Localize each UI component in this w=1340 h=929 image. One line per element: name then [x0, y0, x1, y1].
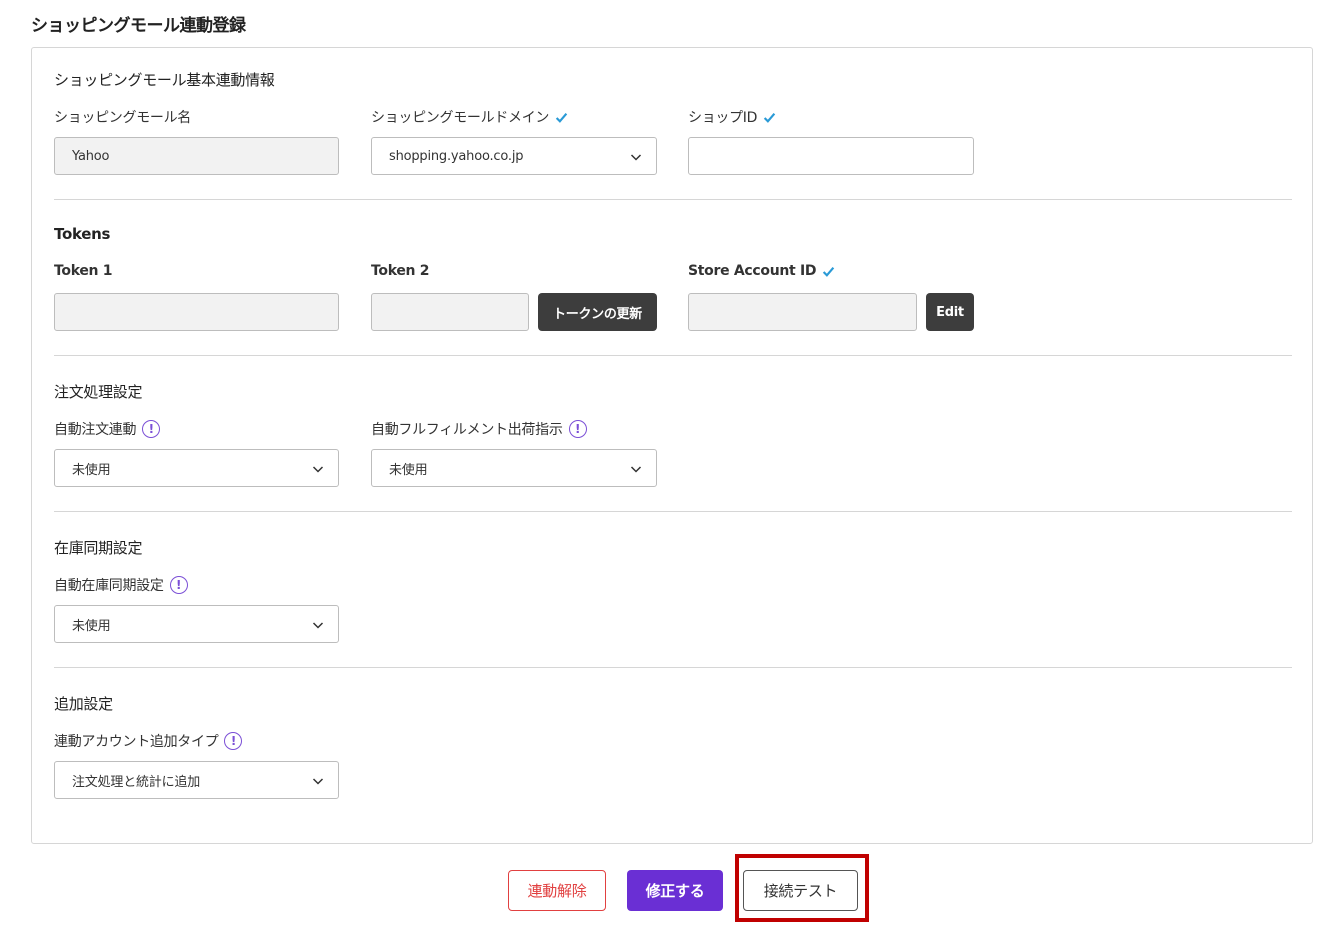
connection-test-button[interactable]: 接続テスト: [743, 870, 858, 911]
token2-label: Token 2: [371, 263, 430, 279]
additional-section-title: 追加設定: [54, 695, 113, 713]
shop-id-label-text: ショップID: [688, 110, 758, 126]
domain-label-text: ショッピングモールドメイン: [371, 110, 550, 126]
mall-name-label-text: ショッピングモール名: [54, 110, 191, 126]
check-icon: [555, 112, 568, 123]
token1-label: Token 1: [54, 263, 113, 279]
chevron-down-icon: [630, 154, 642, 161]
chevron-down-icon: [312, 466, 324, 473]
shop-id-input-box[interactable]: [706, 138, 973, 174]
shop-id-input[interactable]: [688, 137, 974, 175]
token1-label-text: Token 1: [54, 263, 113, 279]
chevron-down-icon: [312, 778, 324, 785]
order-section-title: 注文処理設定: [54, 383, 143, 401]
unlink-button[interactable]: 連動解除: [508, 870, 606, 911]
token2-field: [371, 293, 529, 331]
auto-fulfillment-label: 自動フルフィルメント出荷指示 !: [371, 419, 587, 439]
auto-fulfillment-select[interactable]: 未使用: [371, 449, 657, 487]
divider: [54, 199, 1292, 200]
auto-sync-value: 未使用: [72, 618, 111, 634]
info-icon[interactable]: !: [224, 732, 243, 750]
modify-button[interactable]: 修正する: [627, 870, 723, 911]
store-account-label-text: Store Account ID: [688, 263, 817, 279]
auto-fulfillment-label-text: 自動フルフィルメント出荷指示: [371, 422, 563, 438]
auto-order-label-text: 自動注文連動: [54, 422, 137, 438]
auto-order-label: 自動注文連動 !: [54, 419, 161, 439]
tokens-section-title: Tokens: [54, 225, 111, 243]
info-icon[interactable]: !: [568, 420, 587, 438]
divider: [54, 511, 1292, 512]
store-account-label: Store Account ID: [688, 263, 835, 279]
auto-sync-label: 自動在庫同期設定 !: [54, 575, 188, 595]
info-icon[interactable]: !: [142, 420, 161, 438]
auto-sync-label-text: 自動在庫同期設定: [54, 578, 164, 594]
mall-integration-panel: ショッピングモール基本連動情報 ショッピングモール名 Yahoo ショッピングモ…: [31, 47, 1313, 844]
domain-value: shopping.yahoo.co.jp: [389, 148, 524, 164]
auto-order-select[interactable]: 未使用: [54, 449, 339, 487]
domain-label: ショッピングモールドメイン: [371, 107, 568, 127]
info-icon[interactable]: !: [169, 576, 188, 594]
account-type-select[interactable]: 注文処理と統計に追加: [54, 761, 339, 799]
check-icon: [763, 112, 776, 123]
inventory-section-title: 在庫同期設定: [54, 539, 143, 557]
account-type-label: 連動アカウント追加タイプ !: [54, 731, 243, 751]
mall-name-value: Yahoo: [72, 148, 110, 164]
store-account-field: [688, 293, 917, 331]
edit-button[interactable]: Edit: [926, 293, 974, 331]
auto-order-value: 未使用: [72, 462, 111, 478]
chevron-down-icon: [312, 622, 324, 629]
token2-label-text: Token 2: [371, 263, 430, 279]
check-icon: [823, 266, 835, 277]
auto-fulfillment-value: 未使用: [389, 462, 428, 478]
divider: [54, 667, 1292, 668]
chevron-down-icon: [630, 466, 642, 473]
mall-name-field: Yahoo: [54, 137, 339, 175]
page-title: ショッピングモール連動登録: [31, 16, 246, 36]
account-type-label-text: 連動アカウント追加タイプ: [54, 734, 219, 750]
divider: [54, 355, 1292, 356]
account-type-value: 注文処理と統計に追加: [72, 774, 201, 790]
refresh-token-button[interactable]: トークンの更新: [538, 293, 657, 331]
shop-id-label: ショップID: [688, 107, 776, 127]
domain-select[interactable]: shopping.yahoo.co.jp: [371, 137, 657, 175]
basic-section-title: ショッピングモール基本連動情報: [54, 71, 275, 89]
token1-field: [54, 293, 339, 331]
mall-name-label: ショッピングモール名: [54, 107, 191, 127]
auto-sync-select[interactable]: 未使用: [54, 605, 339, 643]
